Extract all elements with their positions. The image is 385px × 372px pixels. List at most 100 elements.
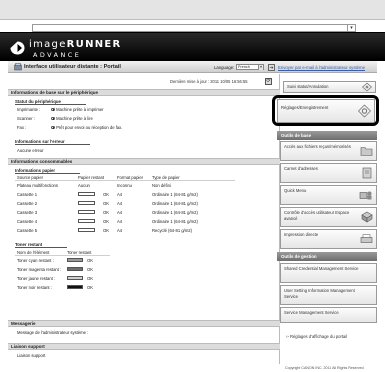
tool-file-access-button[interactable]: Accès aux fichiers reçus/mémorisés [280, 141, 377, 161]
paper-level-bar [78, 228, 95, 232]
paper-format: A4 [117, 210, 123, 215]
browser-toolbar [0, 0, 385, 20]
toner-level-bar [67, 276, 83, 280]
consumables-heading: Informations consommables [8, 158, 280, 165]
tool-advanced-space-button[interactable]: Contrôle d'accès utilisateur Espace avan… [280, 207, 377, 227]
scanner-status: Machine prête à lire [51, 116, 93, 121]
basic-info-heading: Informations de base sur le périphérique [8, 89, 280, 96]
status-ok-icon [51, 125, 55, 130]
portal-display-settings-link[interactable]: ›› Réglages d'affichage du portail [286, 334, 347, 339]
tool-label: Accès aux fichiers reçus/mémorisés [284, 144, 351, 149]
paper-level-bar [78, 192, 95, 196]
language-apply-button[interactable]: ➔ [268, 64, 275, 71]
paper-level-bar [78, 210, 95, 214]
tool-address-book-button[interactable]: Carnet d'adresses [280, 163, 377, 183]
paper-format: A4 [117, 192, 123, 197]
toner-name: Toner noir restant : [17, 285, 52, 290]
status-cancel-button[interactable]: Suivi statut/Annulation [283, 81, 376, 93]
toner-level-bar [67, 258, 83, 262]
paper-type: Ordinaire 1 (64-81 g/m2) [152, 219, 198, 224]
toner-name: Toner cyan restant : [17, 258, 54, 263]
toner-heading: Toner restant [15, 242, 68, 248]
error-text: Aucune erreur [17, 148, 44, 153]
paper-type: Ordinaire 1 (64-81 g/m2) [152, 192, 198, 197]
quick-menu-icon [359, 191, 372, 200]
tool-direct-print-button[interactable]: Impression directe [280, 229, 377, 249]
language-select[interactable]: French ▾ [236, 64, 264, 70]
divider [15, 255, 110, 256]
paper-remaining: OK [103, 210, 110, 215]
paper-type: Non défini [152, 183, 171, 188]
paper-info-heading: Informations papier [15, 168, 81, 174]
printer-status: Machine prête à imprimer [51, 107, 104, 112]
paper-level-bar [78, 219, 95, 223]
language-value: French [238, 65, 250, 69]
paper-remaining: OK [103, 201, 110, 206]
messaging-heading: Messagerie [8, 320, 280, 327]
paper-type: Ordinaire 1 (64-81 g/m2) [152, 210, 198, 215]
mgmt-service-management-button[interactable]: Service Management Service [280, 307, 377, 323]
divider [15, 180, 235, 181]
paper-type: Recyclé (64-81 g/m2) [152, 228, 193, 233]
paper-remaining: OK [103, 192, 110, 197]
language-label: Language: [214, 65, 235, 70]
copyright-footer: Copyright CANON INC. 2011 All Rights Res… [285, 366, 364, 370]
brand-name: imageRUNNER [29, 39, 122, 50]
toner-level: OK [87, 276, 94, 281]
scanner-label: Scanner : [17, 116, 35, 121]
paper-remaining: OK [103, 228, 110, 233]
admin-message: Message de l'administrateur système : [17, 330, 89, 335]
paper-source: Cassette 1 [17, 192, 38, 197]
paper-source: Plateau multifonctions [17, 183, 58, 188]
toner-level: OK [87, 285, 94, 290]
paper-format: A4 [117, 201, 123, 206]
home-portal-icon [14, 63, 22, 71]
paper-remaining: Aucun [78, 183, 90, 188]
device-status-heading: Statut du périphérique [15, 99, 86, 105]
paper-remaining: OK [103, 219, 110, 224]
last-update-text: Dernière mise à jour : 2011 10/05 16:56:… [170, 79, 248, 84]
paper-source: Cassette 5 [17, 228, 38, 233]
direct-print-icon [360, 234, 373, 243]
toner-name: Toner magenta restant : [17, 267, 62, 272]
advanced-space-icon [361, 211, 373, 223]
mgmt-shared-credential-button[interactable]: Shared Credential Management Service [280, 263, 377, 283]
address-dropdown-icon[interactable]: ▾ [347, 25, 355, 31]
mgmt-label: Service Management Service [284, 310, 339, 315]
status-monitor-icon [362, 82, 372, 92]
paper-source: Cassette 2 [17, 201, 38, 206]
fax-label: Fax : [17, 125, 27, 130]
toner-level-bar [67, 285, 83, 289]
fax-status: Prêt pour envoi ou réception de fax. [51, 125, 122, 130]
tool-label: Contrôle d'accès utilisateur Espace avan… [284, 210, 350, 221]
toner-level: OK [87, 258, 94, 263]
toner-name: Toner jaune restant : [17, 276, 56, 281]
basic-tools-heading: Outils de base [277, 131, 377, 140]
status-cancel-label: Suivi statut/Annulation [287, 84, 329, 89]
management-tools-heading: Outils de gestion [277, 252, 377, 261]
page-title: Interface utilisateur distante : Portail [24, 64, 121, 70]
paper-source: Cassette 4 [17, 219, 38, 224]
tool-quick-menu-button[interactable]: Quick Menu [280, 185, 377, 205]
brand-subtitle: ADVANCE [33, 51, 82, 59]
highlight-outline [272, 95, 379, 126]
paper-type: Ordinaire 1 (64-81 g/m2) [152, 201, 198, 206]
refresh-button[interactable]: ⟳ [265, 78, 272, 85]
folder-icon [360, 147, 373, 156]
mgmt-label: Shared Credential Management Service [284, 266, 359, 271]
status-ok-icon [51, 116, 55, 121]
address-book-icon [362, 167, 372, 179]
mgmt-label: User Setting Information Management Serv… [284, 288, 355, 299]
mgmt-user-setting-button[interactable]: User Setting Information Management Serv… [280, 285, 377, 305]
printer-label: Imprimante : [17, 107, 41, 112]
tool-label: Carnet d'adresses [284, 166, 318, 171]
paper-level-bar [78, 201, 95, 205]
mail-admin-link[interactable]: Envoyer par e-mail à l'administrateur sy… [278, 65, 365, 70]
address-bar[interactable]: ▾ [32, 24, 356, 32]
portal-display-label: Réglages d'affichage du portail [289, 334, 348, 339]
tool-label: Impression directe [284, 232, 319, 237]
canon-logo-icon [10, 41, 25, 55]
support-heading: Liaison support [8, 343, 280, 350]
toner-level-bar [67, 267, 83, 271]
support-link[interactable]: Liaison support [17, 353, 45, 358]
